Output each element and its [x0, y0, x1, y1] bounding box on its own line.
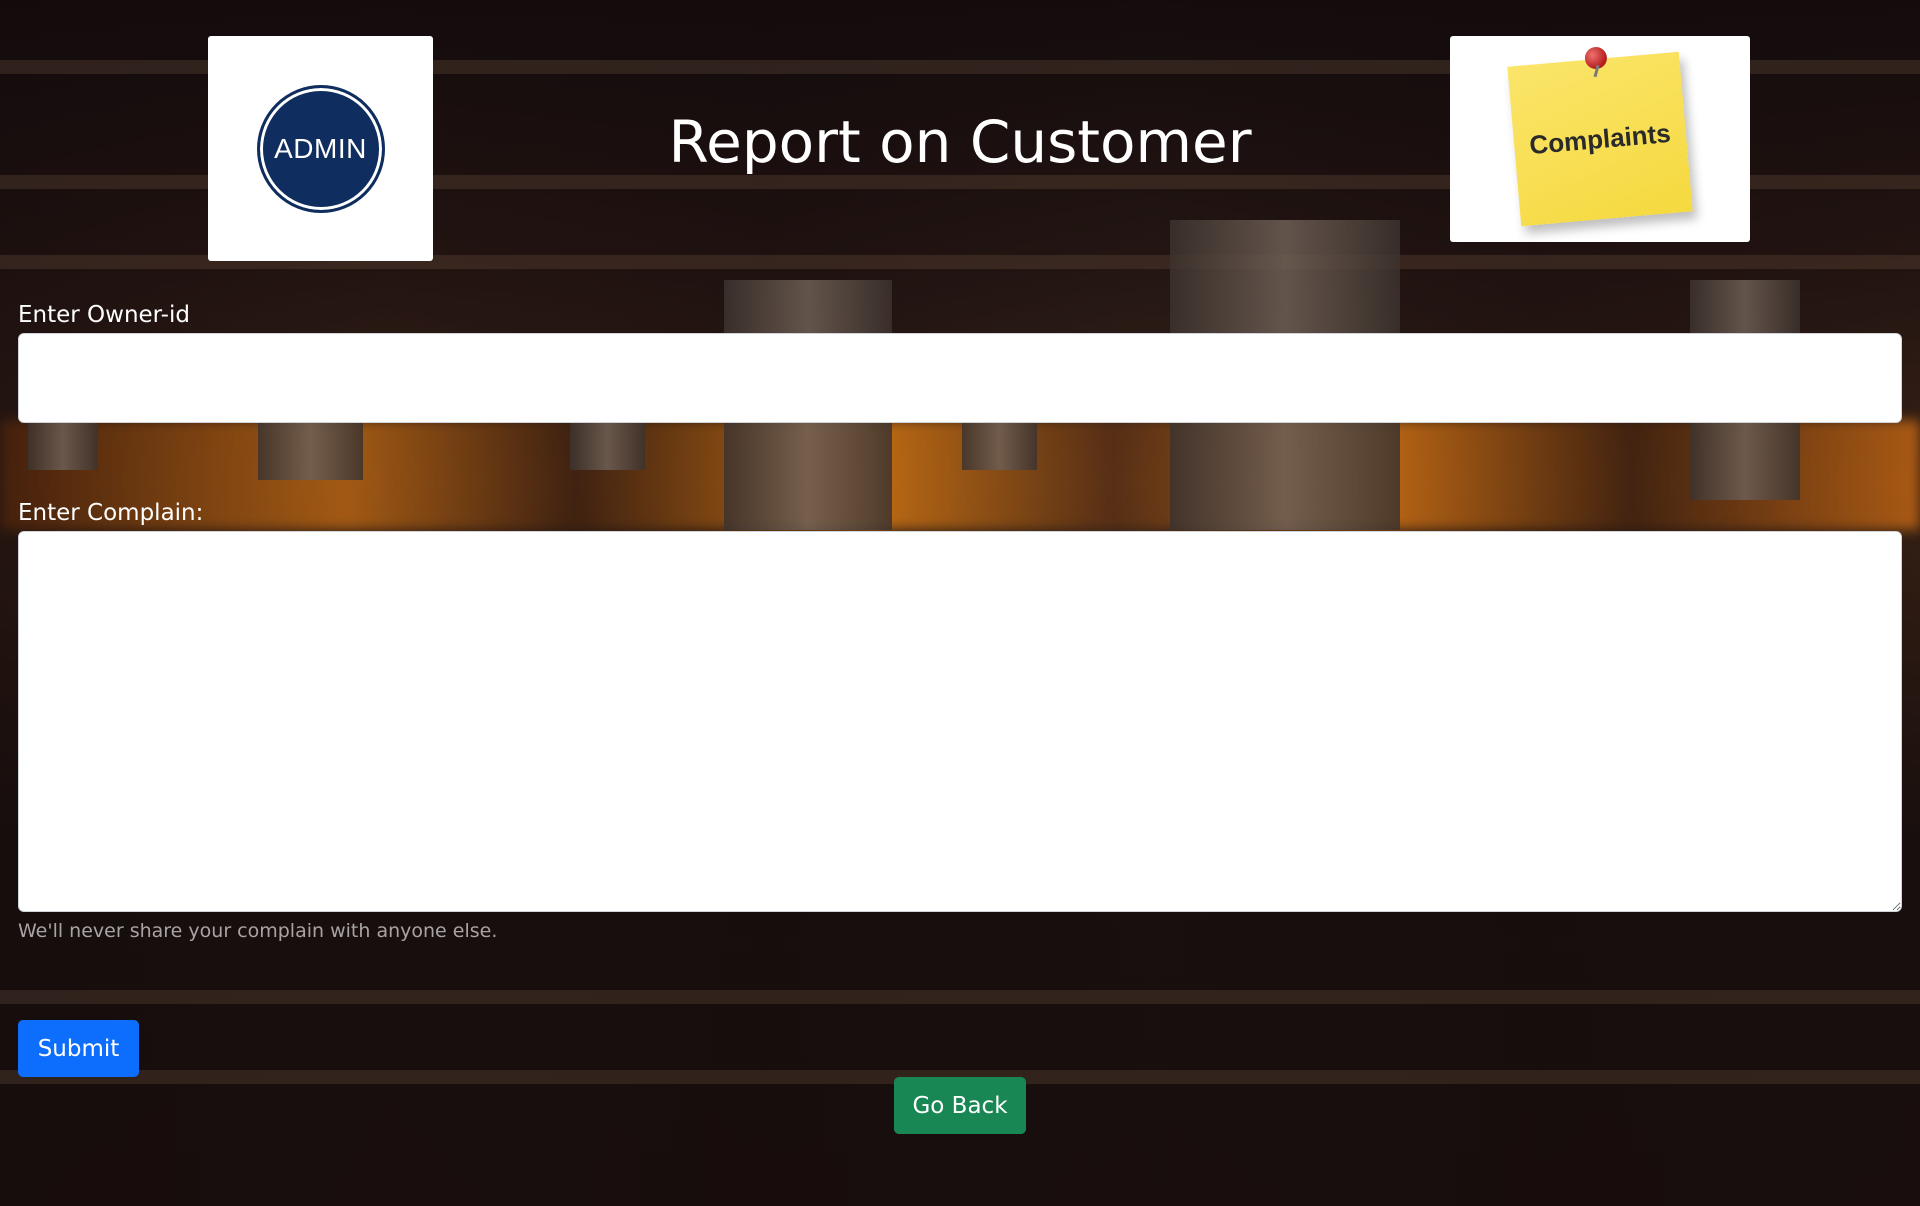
page-title: Report on Customer — [668, 108, 1252, 176]
pillar — [962, 420, 1037, 470]
submit-button[interactable]: Submit — [18, 1020, 139, 1077]
go-back-button[interactable]: Go Back — [894, 1077, 1026, 1134]
admin-logo: ADMIN — [208, 36, 433, 261]
complaints-logo-text: Complaints — [1528, 117, 1672, 160]
owner-id-label: Enter Owner-id — [18, 302, 190, 328]
complain-textarea[interactable] — [18, 531, 1902, 912]
complain-label: Enter Complain: — [18, 500, 204, 526]
admin-badge-icon: ADMIN — [256, 84, 385, 213]
admin-logo-text: ADMIN — [274, 132, 367, 164]
pillar — [28, 420, 98, 470]
pillar — [570, 420, 645, 470]
complaints-logo: Complaints — [1450, 36, 1750, 242]
owner-id-input[interactable] — [18, 333, 1902, 423]
sticky-note-icon: Complaints — [1507, 46, 1693, 227]
ceiling-beam — [0, 990, 1920, 1004]
push-pin-icon — [1584, 46, 1608, 70]
complain-help-text: We'll never share your complain with any… — [18, 920, 498, 942]
pillar — [258, 420, 363, 480]
